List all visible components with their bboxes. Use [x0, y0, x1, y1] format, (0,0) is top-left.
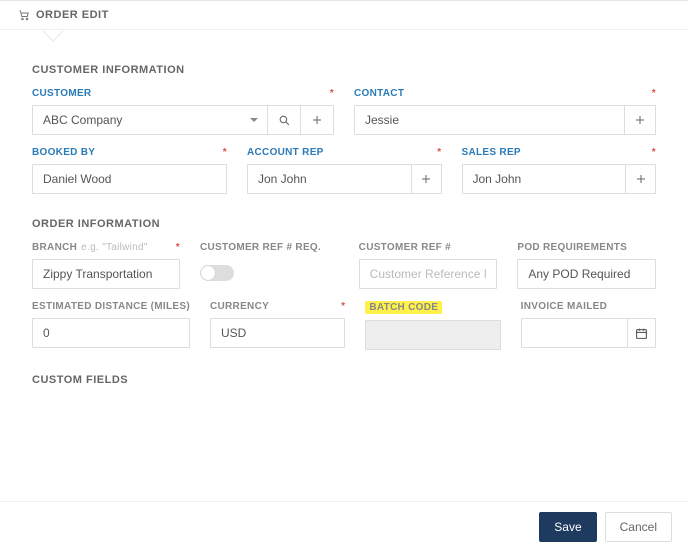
account-rep-label: ACCOUNT REP *	[247, 147, 442, 158]
customer-search-button[interactable]	[267, 105, 301, 135]
batch-code-label: BATCH CODE	[365, 301, 500, 314]
footer: Save Cancel	[0, 501, 688, 552]
account-rep-input[interactable]	[247, 164, 412, 194]
customer-select[interactable]	[32, 105, 268, 135]
cart-icon	[18, 9, 30, 21]
calendar-icon	[635, 327, 648, 340]
batch-code-input	[365, 320, 500, 350]
sales-rep-input[interactable]	[462, 164, 627, 194]
page-title: ORDER EDIT	[36, 9, 109, 21]
invoice-mailed-date-button[interactable]	[627, 318, 656, 348]
est-distance-label: ESTIMATED DISTANCE (MILES)	[32, 301, 190, 312]
pod-input[interactable]	[517, 259, 656, 289]
required-mark: *	[324, 88, 334, 99]
account-rep-add-button[interactable]	[411, 164, 442, 194]
est-distance-input[interactable]	[32, 318, 190, 348]
plus-icon	[635, 173, 647, 185]
cust-ref-req-toggle[interactable]	[200, 265, 234, 281]
contact-add-button[interactable]	[624, 105, 656, 135]
required-mark: *	[217, 147, 227, 158]
required-mark: *	[646, 147, 656, 158]
cust-ref-input[interactable]	[359, 259, 498, 289]
section-order-info: ORDER INFORMATION	[32, 218, 656, 230]
cust-ref-label: CUSTOMER REF #	[359, 242, 498, 253]
branch-label: BRANCH e.g. "Tailwind" *	[32, 242, 180, 253]
required-mark: *	[431, 147, 441, 158]
customer-label: CUSTOMER *	[32, 88, 334, 99]
header-notch	[42, 31, 64, 42]
sales-rep-label: SALES REP *	[462, 147, 657, 158]
booked-by-label: BOOKED BY *	[32, 147, 227, 158]
plus-icon	[634, 114, 646, 126]
chevron-down-icon	[250, 118, 258, 122]
currency-label: CURRENCY *	[210, 301, 345, 312]
required-mark: *	[335, 301, 345, 312]
booked-by-input[interactable]	[32, 164, 227, 194]
section-custom-fields: CUSTOM FIELDS	[32, 374, 656, 386]
invoice-mailed-label: INVOICE MAILED	[521, 301, 656, 312]
plus-icon	[311, 114, 323, 126]
plus-icon	[420, 173, 432, 185]
contact-label: CONTACT *	[354, 88, 656, 99]
section-customer-info: CUSTOMER INFORMATION	[32, 64, 656, 76]
branch-input[interactable]	[32, 259, 180, 289]
page-header: ORDER EDIT	[0, 1, 688, 30]
required-mark: *	[646, 88, 656, 99]
contact-input[interactable]	[354, 105, 625, 135]
invoice-mailed-input[interactable]	[521, 318, 628, 348]
customer-add-button[interactable]	[300, 105, 334, 135]
cust-ref-req-label: CUSTOMER REF # REQ.	[200, 242, 339, 253]
sales-rep-add-button[interactable]	[625, 164, 656, 194]
currency-input[interactable]	[210, 318, 345, 348]
save-button[interactable]: Save	[539, 512, 596, 542]
pod-label: POD REQUIREMENTS	[517, 242, 656, 253]
search-icon	[278, 114, 291, 127]
required-mark: *	[170, 242, 180, 253]
cancel-button[interactable]: Cancel	[605, 512, 672, 542]
